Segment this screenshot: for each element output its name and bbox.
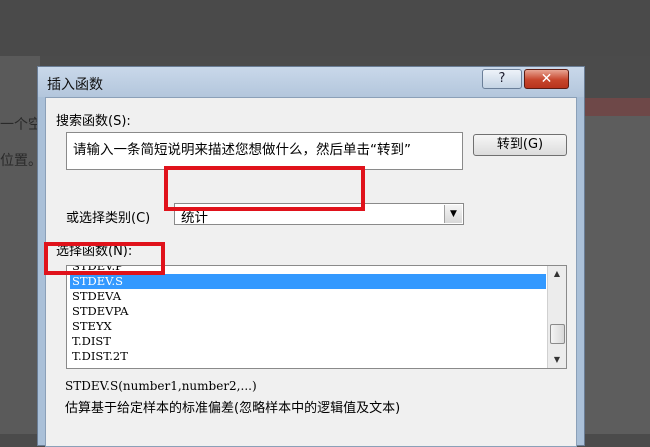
list-item-selected[interactable]: STDEV.S <box>70 274 546 289</box>
background-panel-header <box>584 98 650 116</box>
dialog-title: 插入函数 <box>47 77 103 93</box>
help-button[interactable]: ? <box>482 69 522 89</box>
list-item[interactable]: STDEVA <box>70 289 546 304</box>
list-item[interactable]: STDEVPA <box>70 304 546 319</box>
close-button[interactable]: ✕ <box>524 69 569 89</box>
scroll-down-icon[interactable]: ▼ <box>548 352 566 368</box>
function-description: 估算基于给定样本的标准偏差(忽略样本中的逻辑值及文本) <box>65 401 401 416</box>
go-button[interactable]: 转到(G) <box>473 134 567 156</box>
category-highlight-box <box>164 166 365 211</box>
list-item[interactable]: STEYX <box>70 319 546 334</box>
background-panel <box>584 98 650 434</box>
function-syntax: STDEV.S(number1,number2,...) <box>65 379 257 393</box>
background-text: 一个空 <box>0 117 42 133</box>
function-highlight-box <box>44 242 165 275</box>
category-label: 或选择类别(C) <box>66 211 151 226</box>
background-text: 位置。 <box>0 153 42 169</box>
list-scrollbar[interactable]: ▲ ▼ <box>547 266 566 368</box>
scrollbar-thumb[interactable] <box>550 324 565 344</box>
list-item[interactable]: T.DIST.2T <box>70 349 546 364</box>
chevron-down-icon[interactable]: ▼ <box>444 205 462 223</box>
list-item[interactable]: T.DIST <box>70 334 546 349</box>
search-label: 搜索函数(S): <box>56 114 131 129</box>
background-document <box>0 56 40 434</box>
background-toolbar <box>0 0 650 56</box>
search-input[interactable]: 请输入一条简短说明来描述您想做什么，然后单击“转到” <box>66 132 463 170</box>
dialog-titlebar[interactable]: 插入函数 ? ✕ <box>38 67 584 97</box>
function-list[interactable]: STDEV.P STDEV.S STDEVA STDEVPA STEYX T.D… <box>66 265 567 369</box>
scroll-up-icon[interactable]: ▲ <box>548 266 566 282</box>
